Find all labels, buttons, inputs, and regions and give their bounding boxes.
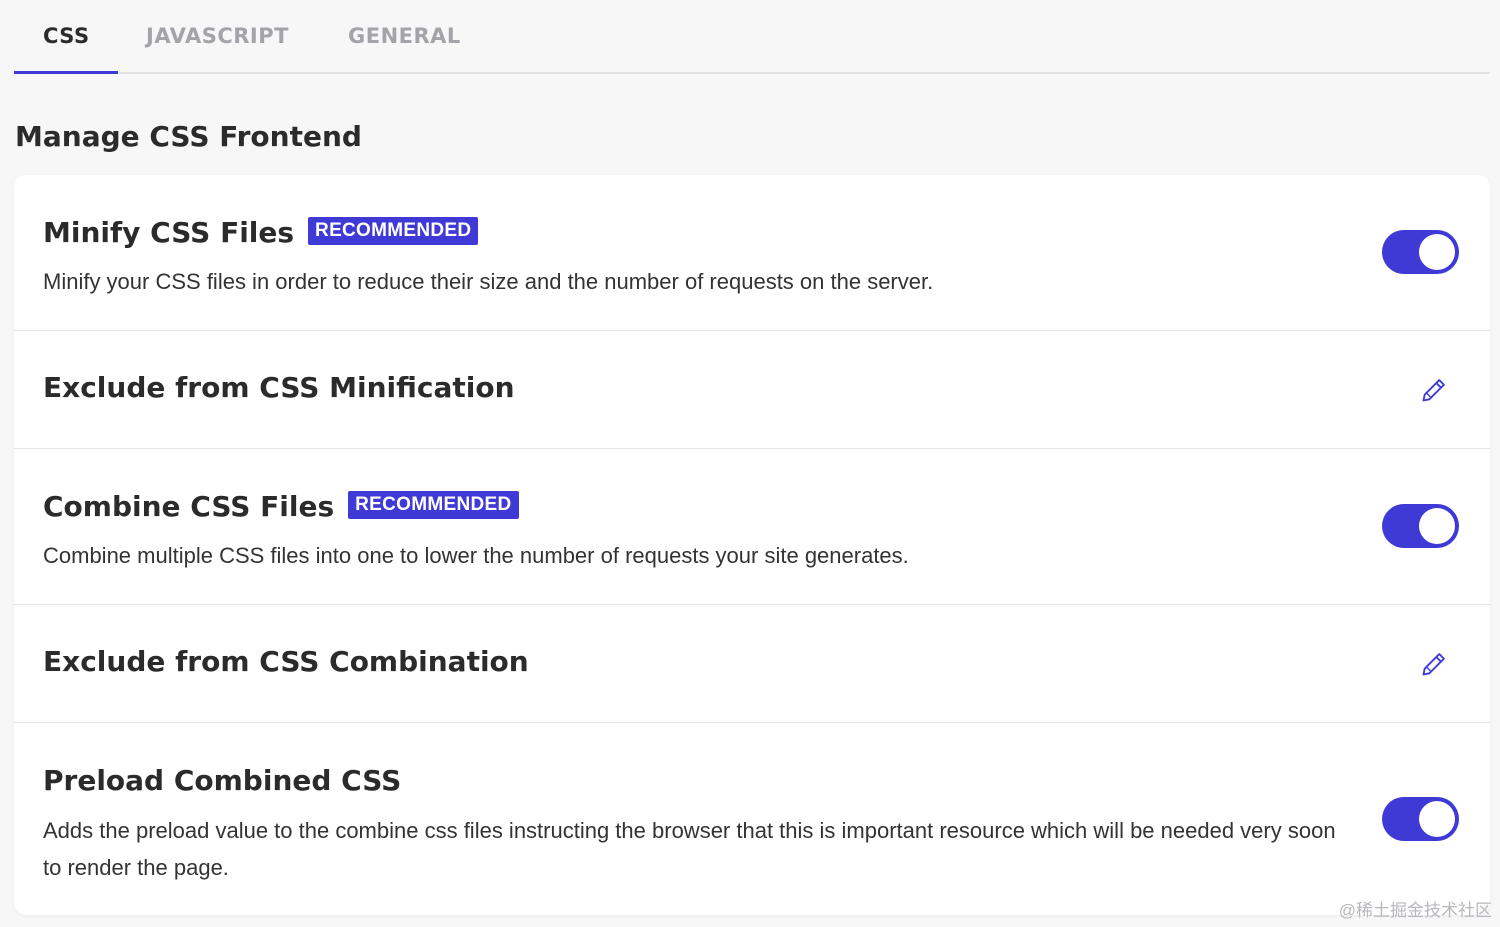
tab-css[interactable]: CSS xyxy=(43,24,90,48)
tab-general[interactable]: GENERAL xyxy=(348,24,461,48)
active-tab-indicator xyxy=(14,71,118,74)
recommended-badge: RECOMMENDED xyxy=(348,491,519,519)
minify-css-toggle[interactable] xyxy=(1382,230,1459,274)
setting-row-exclude-minification: Exclude from CSS Minification xyxy=(14,331,1490,449)
toggle-knob xyxy=(1419,508,1455,544)
combine-css-toggle[interactable] xyxy=(1382,504,1459,548)
toggle-knob xyxy=(1419,801,1455,837)
setting-title: Exclude from CSS Minification xyxy=(43,371,515,404)
setting-row-preload-css: Preload Combined CSS Adds the preload va… xyxy=(14,723,1490,915)
tab-bar: CSS JAVASCRIPT GENERAL xyxy=(14,0,1490,74)
setting-title: Exclude from CSS Combination xyxy=(43,645,529,678)
setting-title: Preload Combined CSS xyxy=(43,764,402,797)
setting-title: Minify CSS Files RECOMMENDED xyxy=(43,216,479,249)
watermark: @稀土掘金技术社区 xyxy=(1338,901,1492,920)
page-title: Manage CSS Frontend xyxy=(15,120,362,153)
pencil-icon xyxy=(1422,379,1445,402)
setting-title-text: Minify CSS Files xyxy=(43,216,295,249)
edit-exclude-minification-button[interactable] xyxy=(1420,376,1448,404)
setting-row-combine-css: Combine CSS Files RECOMMENDED Combine mul… xyxy=(14,449,1490,605)
edit-exclude-combination-button[interactable] xyxy=(1420,650,1448,678)
setting-description: Combine multiple CSS files into one to l… xyxy=(43,543,909,568)
settings-card: Minify CSS Files RECOMMENDED Minify your … xyxy=(14,175,1490,915)
setting-title-text: Combine CSS Files xyxy=(43,490,335,523)
setting-description: Minify your CSS files in order to reduce… xyxy=(43,269,934,294)
toggle-knob xyxy=(1419,234,1455,270)
preload-css-toggle[interactable] xyxy=(1382,797,1459,841)
tab-javascript[interactable]: JAVASCRIPT xyxy=(146,24,289,48)
setting-row-minify-css: Minify CSS Files RECOMMENDED Minify your … xyxy=(14,175,1490,331)
setting-description: Adds the preload value to the combine cs… xyxy=(43,818,1336,880)
recommended-badge: RECOMMENDED xyxy=(308,217,479,245)
pencil-icon xyxy=(1422,653,1445,676)
setting-title: Combine CSS Files RECOMMENDED xyxy=(43,490,519,523)
setting-row-exclude-combination: Exclude from CSS Combination xyxy=(14,605,1490,723)
